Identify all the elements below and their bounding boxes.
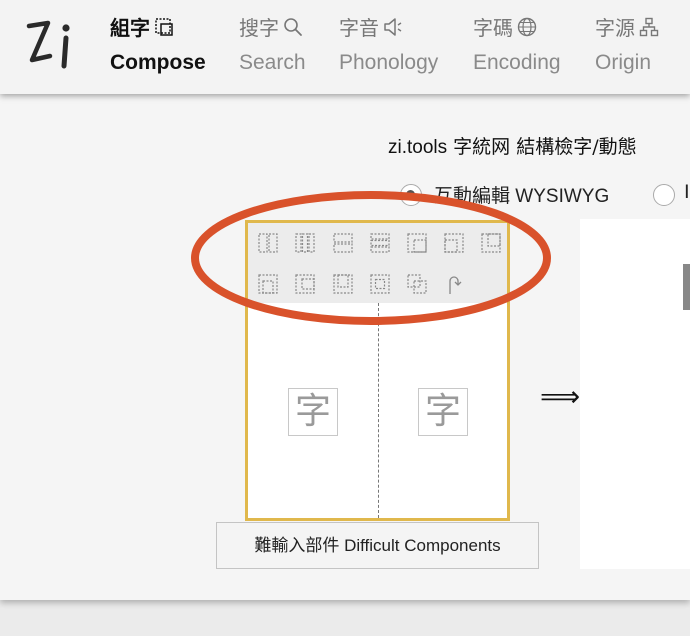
mode-other-radio[interactable] bbox=[653, 184, 675, 206]
result-arrow: ⟹ bbox=[540, 380, 581, 413]
result-preview bbox=[580, 219, 690, 569]
mode-wysiwyg-en: WYSIWYG bbox=[510, 186, 610, 207]
left-middle-right-layout-icon[interactable] bbox=[294, 232, 316, 254]
search-icon bbox=[283, 17, 303, 42]
surround-lower-left-icon[interactable] bbox=[480, 232, 502, 254]
nav-compose[interactable]: 組字 Compose bbox=[110, 16, 206, 77]
zi-tools-logo[interactable] bbox=[26, 14, 78, 70]
component-slot-right[interactable]: 字 bbox=[418, 388, 468, 436]
nav-search-en: Search bbox=[239, 51, 306, 74]
subtitle-zh: 字統网 結構檢字/動態 bbox=[447, 136, 637, 158]
nav-search[interactable]: 搜字 Search bbox=[239, 16, 306, 77]
surround-upper-right-icon[interactable] bbox=[443, 232, 465, 254]
nav-origin[interactable]: 字源 Origin bbox=[595, 16, 659, 77]
subtitle-site: zi.tools bbox=[388, 137, 448, 158]
surround-upper-left-icon[interactable] bbox=[406, 232, 428, 254]
overlay-icon[interactable] bbox=[406, 273, 428, 295]
hierarchy-icon bbox=[639, 17, 659, 42]
mode-wysiwyg-zh: 互動編輯 bbox=[434, 185, 511, 207]
surround-from-above-icon[interactable] bbox=[332, 273, 354, 295]
nav-phonology[interactable]: 字音 Phonology bbox=[339, 16, 438, 77]
top-bottom-layout-icon[interactable] bbox=[332, 232, 354, 254]
preview-scrollbar[interactable] bbox=[683, 264, 690, 310]
mode-wysiwyg-label[interactable]: 互動編輯 WYSIWYG bbox=[434, 181, 609, 208]
layout-toolbar bbox=[248, 223, 507, 303]
page-subtitle: zi.tools 字統网 結構檢字/動態 bbox=[388, 132, 637, 159]
structure-editor[interactable]: 字 字 bbox=[245, 220, 510, 521]
top-middle-bottom-layout-icon[interactable] bbox=[369, 232, 391, 254]
nav-encoding-en: Encoding bbox=[473, 51, 561, 74]
globe-icon bbox=[517, 17, 537, 42]
nav-phonology-zh: 字音 bbox=[339, 16, 379, 40]
left-right-layout-icon[interactable] bbox=[257, 232, 279, 254]
difficult-components-button[interactable]: 難輸入部件 Difficult Components bbox=[216, 522, 539, 569]
surround-from-left-icon[interactable] bbox=[294, 273, 316, 295]
nav-compose-zh: 組字 bbox=[110, 16, 150, 40]
component-slot-left[interactable]: 字 bbox=[288, 388, 338, 436]
split-divider bbox=[378, 303, 379, 518]
nav-origin-zh: 字源 bbox=[595, 16, 635, 40]
nav-phonology-en: Phonology bbox=[339, 51, 439, 74]
nav-compose-en: Compose bbox=[110, 51, 206, 74]
full-surround-icon[interactable] bbox=[369, 273, 391, 295]
compose-icon bbox=[154, 17, 174, 42]
rotate-icon[interactable] bbox=[443, 273, 465, 295]
difficult-components-zh: 難輸入部件 bbox=[254, 536, 340, 556]
top-nav-bar: 組字 Compose 搜字 Search 字音 Phonology 字碼 Enc… bbox=[0, 0, 690, 94]
nav-encoding-zh: 字碼 bbox=[473, 16, 513, 40]
mode-other-label[interactable]: I bbox=[684, 181, 690, 203]
nav-encoding[interactable]: 字碼 Encoding bbox=[473, 16, 561, 77]
difficult-components-en: Difficult Components bbox=[339, 536, 501, 555]
speaker-icon bbox=[383, 17, 403, 42]
mode-wysiwyg-radio[interactable] bbox=[400, 184, 422, 206]
surround-from-below-icon[interactable] bbox=[257, 273, 279, 295]
nav-search-zh: 搜字 bbox=[239, 16, 279, 40]
nav-origin-en: Origin bbox=[595, 51, 652, 74]
